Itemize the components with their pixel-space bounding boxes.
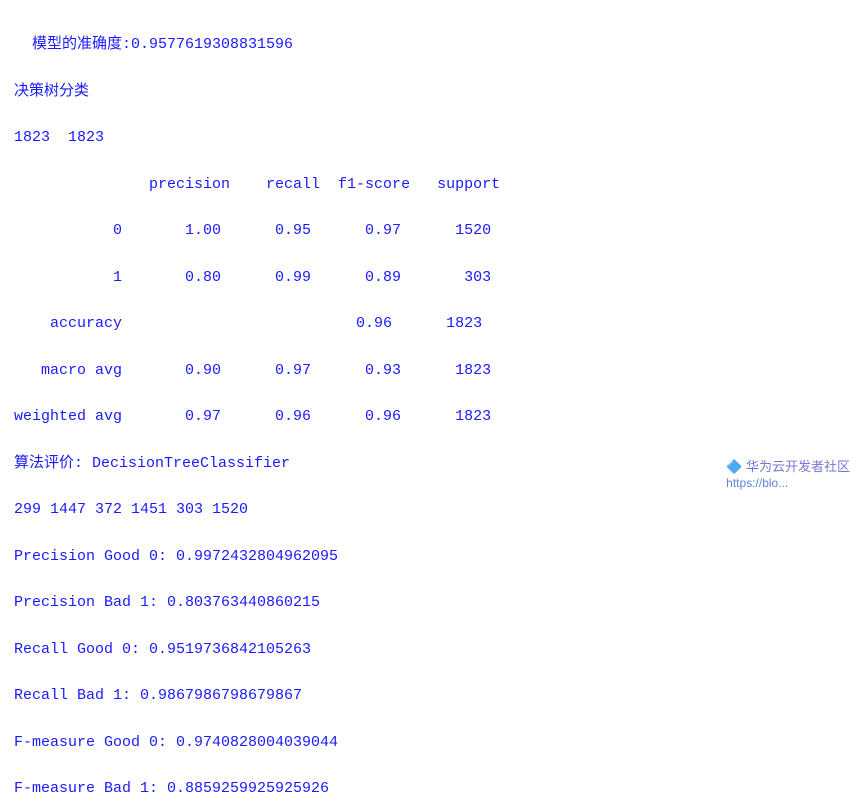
classifier-label: 决策树分类 [14,83,89,100]
table-weighted-avg: weighted avg 0.97 0.96 0.96 1823 [14,408,491,425]
recall-bad: Recall Bad 1: 0.9867986798679867 [14,687,302,704]
algo-counts: 299 1447 372 1451 303 1520 [14,501,248,518]
algo-header: 算法评价: DecisionTreeClassifier [14,455,290,472]
table-macro-avg: macro avg 0.90 0.97 0.93 1823 [14,362,491,379]
recall-good: Recall Good 0: 0.9519736842105263 [14,641,311,658]
output-block: 模型的准确度:0.9577619308831596 决策树分类 1823 182… [14,10,846,801]
watermark: 🔷 华为云开发者社区 https://blo... [726,456,850,490]
table-row-0: 0 1.00 0.95 0.97 1520 [14,222,491,239]
fmeasure-bad: F-measure Bad 1: 0.8859259925925926 [14,780,329,797]
watermark-label: 华为云开发者社区 [746,459,850,474]
table-accuracy: accuracy 0.96 1823 [14,315,482,332]
sample-counts: 1823 1823 [14,129,104,146]
accuracy-line: 模型的准确度:0.9577619308831596 [32,36,293,53]
watermark-link: https://blo... [726,476,788,490]
fmeasure-good: F-measure Good 0: 0.9740828004039044 [14,734,338,751]
watermark-icon: 🔷 [726,459,742,474]
table-header: precision recall f1-score support [14,176,500,193]
precision-good: Precision Good 0: 0.9972432804962095 [14,548,338,565]
precision-bad: Precision Bad 1: 0.803763440860215 [14,594,320,611]
table-row-1: 1 0.80 0.99 0.89 303 [14,269,491,286]
